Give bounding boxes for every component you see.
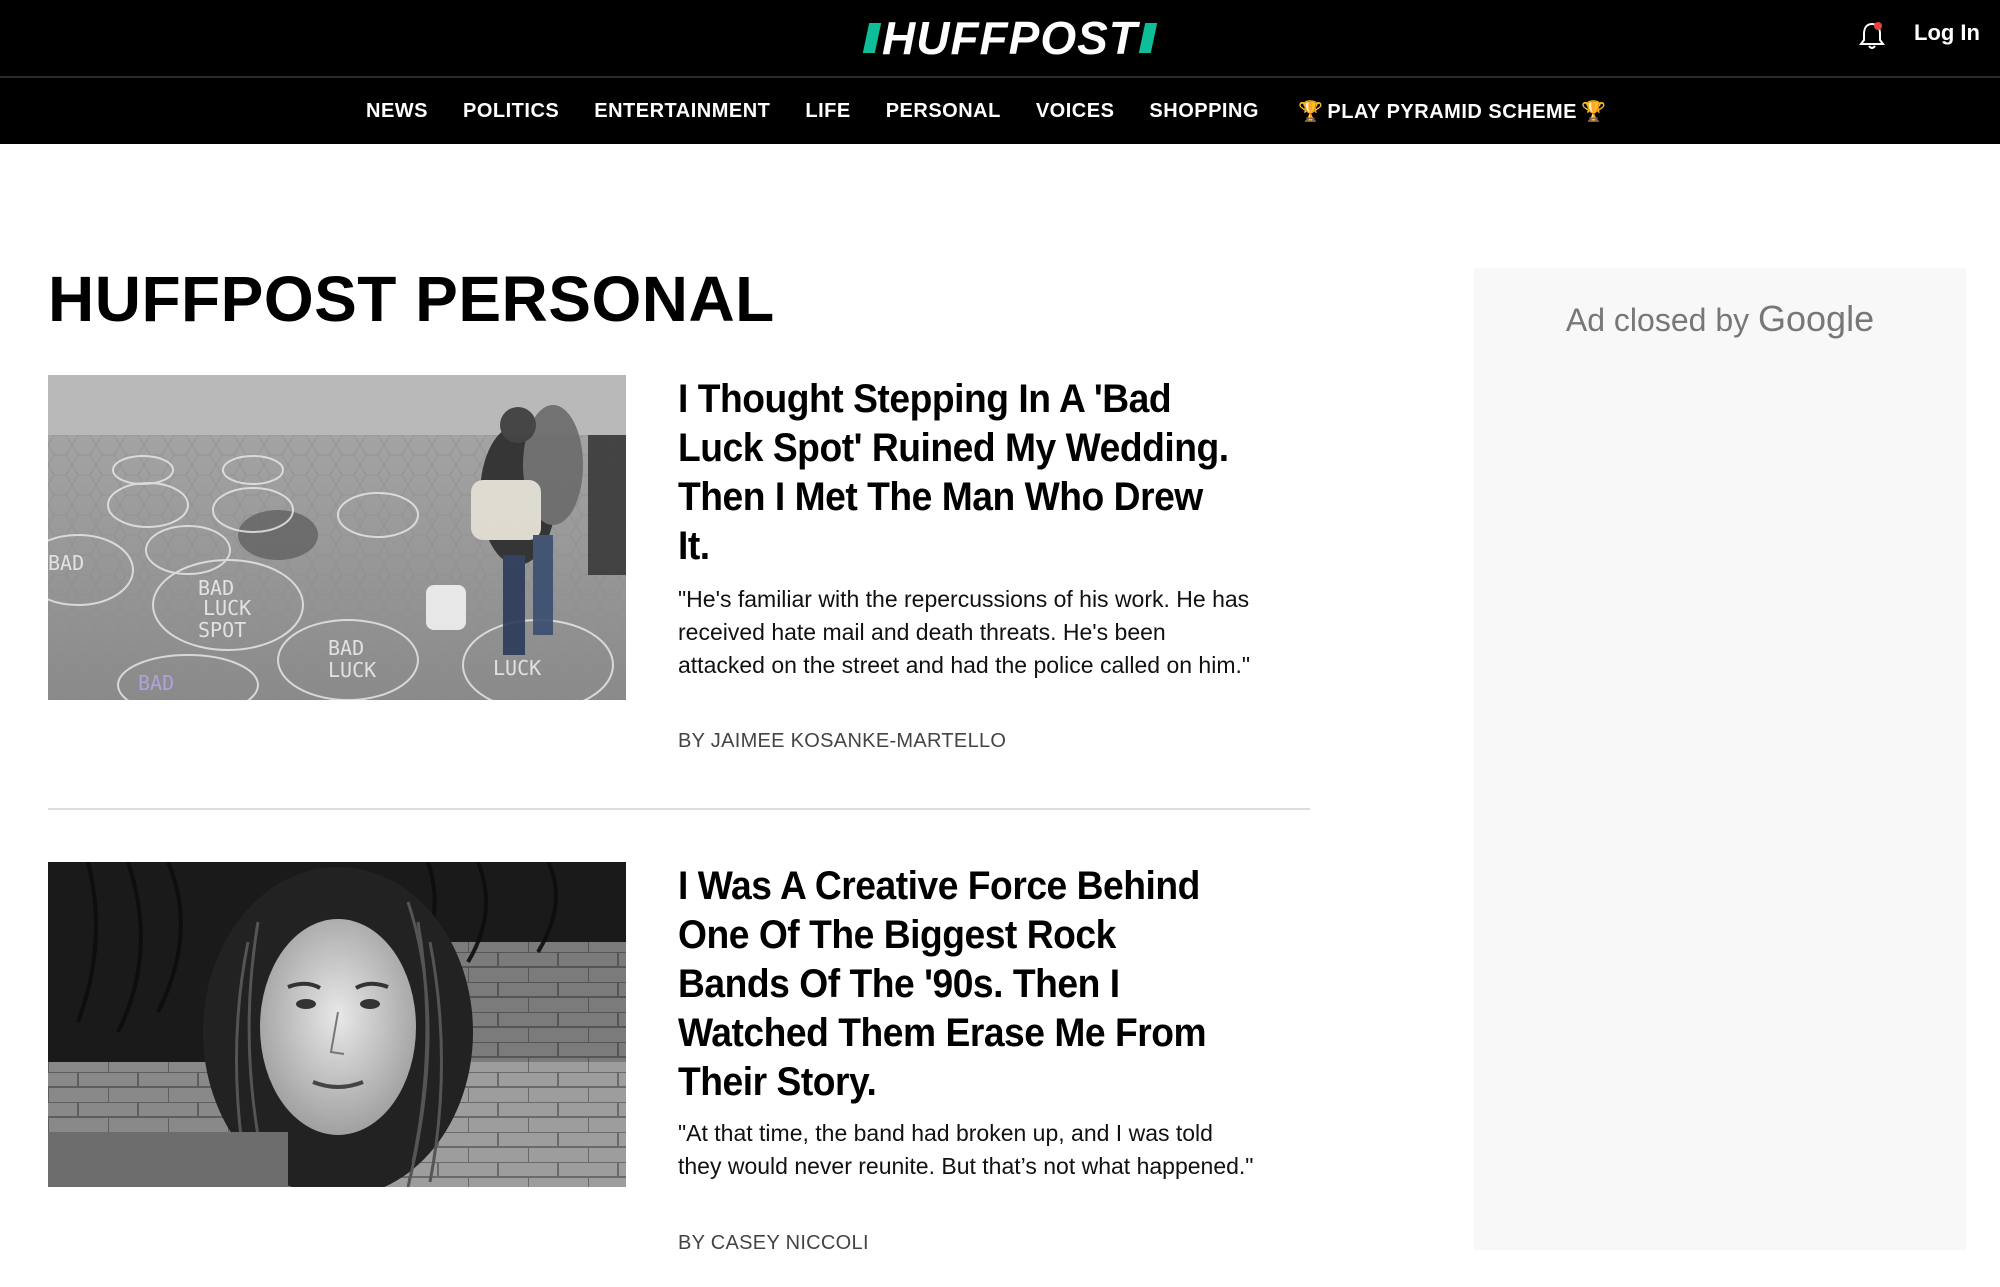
ad-closed-text: Ad closed by xyxy=(1565,302,1750,338)
main-nav: NEWS POLITICS ENTERTAINMENT LIFE PERSONA… xyxy=(0,78,2000,144)
logo-bar-right xyxy=(1138,23,1158,53)
logo-bar-left xyxy=(862,23,882,53)
google-logo: Google xyxy=(1758,298,1875,339)
article-image-bad-luck-spot[interactable]: BAD LUCK SPOT BAD LUCK LUCK BAD BAD xyxy=(48,375,626,700)
login-button[interactable]: Log In xyxy=(1914,20,1980,46)
nav-item-personal[interactable]: PERSONAL xyxy=(886,100,1001,123)
ad-closed-message: Ad closed by Google xyxy=(1474,298,1966,340)
logo-text: HUFFPOST xyxy=(882,12,1138,64)
nav-item-pyramid-label: PLAY PYRAMID SCHEME xyxy=(1327,100,1577,123)
trophy-icon: 🏆 xyxy=(1297,100,1324,123)
chalk-label-luck: LUCK xyxy=(203,596,251,620)
nav-item-news[interactable]: NEWS xyxy=(366,100,428,123)
article-byline[interactable]: BY JAIMEE KOSANKE-MARTELLO xyxy=(678,730,1006,753)
chalk-label-luck-3: LUCK xyxy=(493,656,541,680)
nav-items: NEWS POLITICS ENTERTAINMENT LIFE PERSONA… xyxy=(366,78,1645,144)
chalk-label-bad-2: BAD xyxy=(328,636,364,660)
article-image-portrait[interactable] xyxy=(48,862,626,1187)
article-byline[interactable]: BY CASEY NICCOLI xyxy=(678,1232,869,1255)
trophy-icon: 🏆 xyxy=(1580,100,1607,123)
nav-item-entertainment[interactable]: ENTERTAINMENT xyxy=(594,100,770,123)
nav-item-pyramid-scheme[interactable]: 🏆 PLAY PYRAMID SCHEME 🏆 xyxy=(1294,99,1610,124)
nav-item-shopping[interactable]: SHOPPING xyxy=(1149,100,1259,123)
article-headline[interactable]: I Thought Stepping In A 'Bad Luck Spot' … xyxy=(678,375,1236,571)
nav-item-politics[interactable]: POLITICS xyxy=(463,100,559,123)
bell-icon[interactable] xyxy=(1858,20,1886,52)
chalk-label-spot: SPOT xyxy=(198,618,246,642)
ad-slot: Ad closed by Google xyxy=(1474,268,1966,1250)
article-divider xyxy=(48,808,1310,810)
article-headline[interactable]: I Was A Creative Force Behind One Of The… xyxy=(678,862,1236,1107)
huffpost-logo[interactable]: HUFFPOST xyxy=(862,12,1158,64)
chalk-label-luck-2: LUCK xyxy=(328,658,376,682)
nav-item-voices[interactable]: VOICES xyxy=(1036,100,1115,123)
page-title: HUFFPOST PERSONAL xyxy=(48,263,775,335)
chalk-label-bad-4: BAD xyxy=(138,671,174,695)
article-summary: "At that time, the band had broken up, a… xyxy=(678,1120,1254,1179)
chalk-label-bad-3: BAD xyxy=(48,551,84,575)
nav-item-life[interactable]: LIFE xyxy=(805,100,850,123)
article-summary: "He's familiar with the repercussions of… xyxy=(678,586,1251,678)
top-header: HUFFPOST Log In xyxy=(0,0,2000,78)
